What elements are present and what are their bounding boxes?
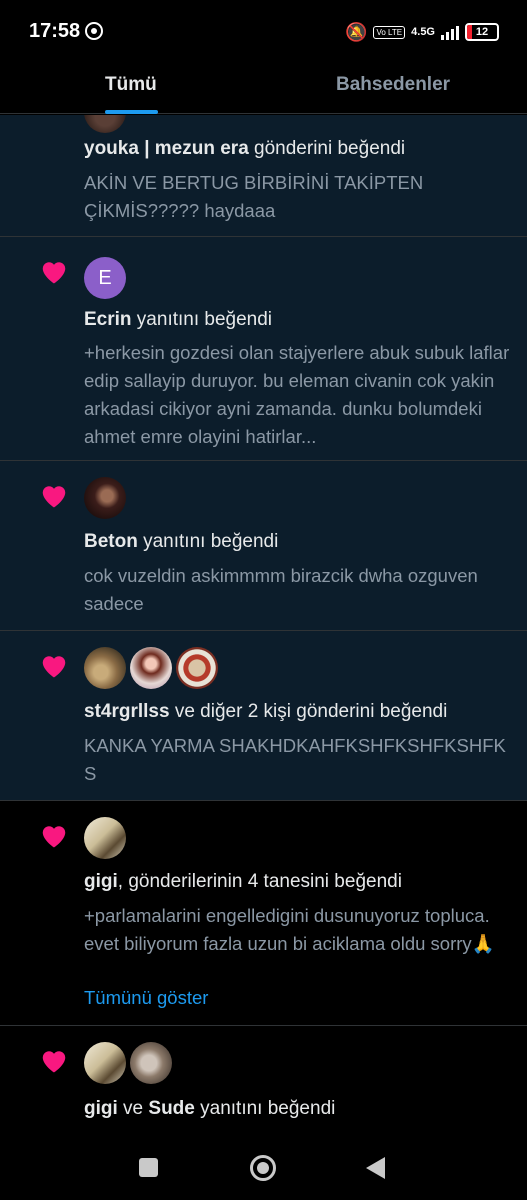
heart-icon (42, 1051, 66, 1073)
notification-text: AKİN VE BERTUG BİRBİRİNİ TAKİPTEN ÇİKMİS… (84, 172, 424, 221)
battery-level: 12 (475, 26, 489, 38)
avatar[interactable] (84, 115, 126, 133)
user-name[interactable]: youka | mezun era (84, 138, 249, 159)
notification-text: +parlamalarini engelledigini dusunuyoruz… (84, 905, 495, 954)
user-name[interactable]: gigi (84, 1098, 118, 1119)
status-bar: 17:58 🔕 Vo LTE 4.5G 12 (0, 0, 527, 62)
heart-icon (42, 656, 66, 678)
avatar-group (84, 817, 126, 859)
avatar-group (84, 1042, 172, 1084)
notification-text: +herkesin gozdesi olan stajyerlere abuk … (84, 342, 510, 447)
avatar[interactable] (84, 477, 126, 519)
notification-title: Beton yanıtını beğendi (84, 531, 279, 552)
user-name[interactable]: gigi (84, 871, 118, 892)
avatar[interactable]: E (84, 257, 126, 299)
notification-title: st4rgrllss ve diğer 2 kişi gönderini beğ… (84, 701, 448, 722)
avatar-group (84, 647, 218, 689)
avatar[interactable] (84, 647, 126, 689)
bell-off-icon: 🔕 (345, 22, 368, 42)
recent-apps-button[interactable] (139, 1158, 158, 1177)
home-button[interactable] (250, 1155, 276, 1181)
notification-title: Ecrin yanıtını beğendi (84, 309, 273, 330)
notification-tabs: Tümü Bahsedenler (0, 62, 527, 114)
avatar[interactable] (130, 1042, 172, 1084)
heart-icon (42, 486, 66, 508)
notification-item[interactable]: st4rgrllss ve diğer 2 kişi gönderini beğ… (0, 631, 527, 801)
avatar[interactable] (84, 817, 126, 859)
notification-text: KANKA YARMA SHAKHDKAHFKSHFKSHFKSHFKS (84, 735, 506, 784)
heart-icon (42, 826, 66, 848)
active-tab-indicator (105, 110, 158, 114)
notification-title: gigi, gönderilerinin 4 tanesini beğendi (84, 871, 402, 892)
notification-item[interactable]: gigi, gönderilerinin 4 tanesini beğendi … (0, 801, 527, 1026)
show-more-link[interactable]: Tümünü göster (84, 987, 208, 1009)
avatar[interactable] (84, 1042, 126, 1084)
notification-feed[interactable]: youka | mezun era gönderini beğendi AKİN… (0, 115, 527, 1135)
notification-text: cok vuzeldin askimmmm birazcik dwha ozgu… (84, 565, 478, 614)
tab-all[interactable]: Tümü (105, 74, 157, 96)
network-type: 4.5G (411, 25, 435, 38)
notification-item[interactable]: gigi ve Sude yanıtını beğendi (0, 1026, 527, 1135)
notification-item[interactable]: Beton yanıtını beğendi cok vuzeldin aski… (0, 461, 527, 631)
avatar[interactable] (176, 647, 218, 689)
tab-mentions[interactable]: Bahsedenler (336, 74, 450, 96)
whatsapp-icon (85, 22, 103, 40)
volte-label: Vo LTE (373, 25, 406, 39)
user-name[interactable]: Ecrin (84, 309, 132, 330)
back-button[interactable] (366, 1157, 385, 1179)
battery-icon: 12 (465, 23, 499, 41)
notification-title: youka | mezun era gönderini beğendi (84, 138, 406, 159)
user-name[interactable]: st4rgrllss (84, 701, 170, 722)
system-nav-bar (0, 1135, 527, 1200)
user-name[interactable]: Sude (148, 1098, 194, 1119)
avatar-group (84, 477, 126, 519)
user-name[interactable]: Beton (84, 531, 138, 552)
heart-icon (42, 262, 66, 284)
notification-item[interactable]: E Ecrin yanıtını beğendi +herkesin gozde… (0, 237, 527, 461)
avatar-group: E (84, 257, 126, 299)
signal-icon (441, 24, 459, 40)
status-time: 17:58 (29, 20, 81, 42)
notification-title: gigi ve Sude yanıtını beğendi (84, 1098, 336, 1119)
notification-item[interactable]: youka | mezun era gönderini beğendi AKİN… (0, 115, 527, 237)
status-icons: 🔕 Vo LTE 4.5G 12 (345, 20, 499, 44)
avatar[interactable] (130, 647, 172, 689)
